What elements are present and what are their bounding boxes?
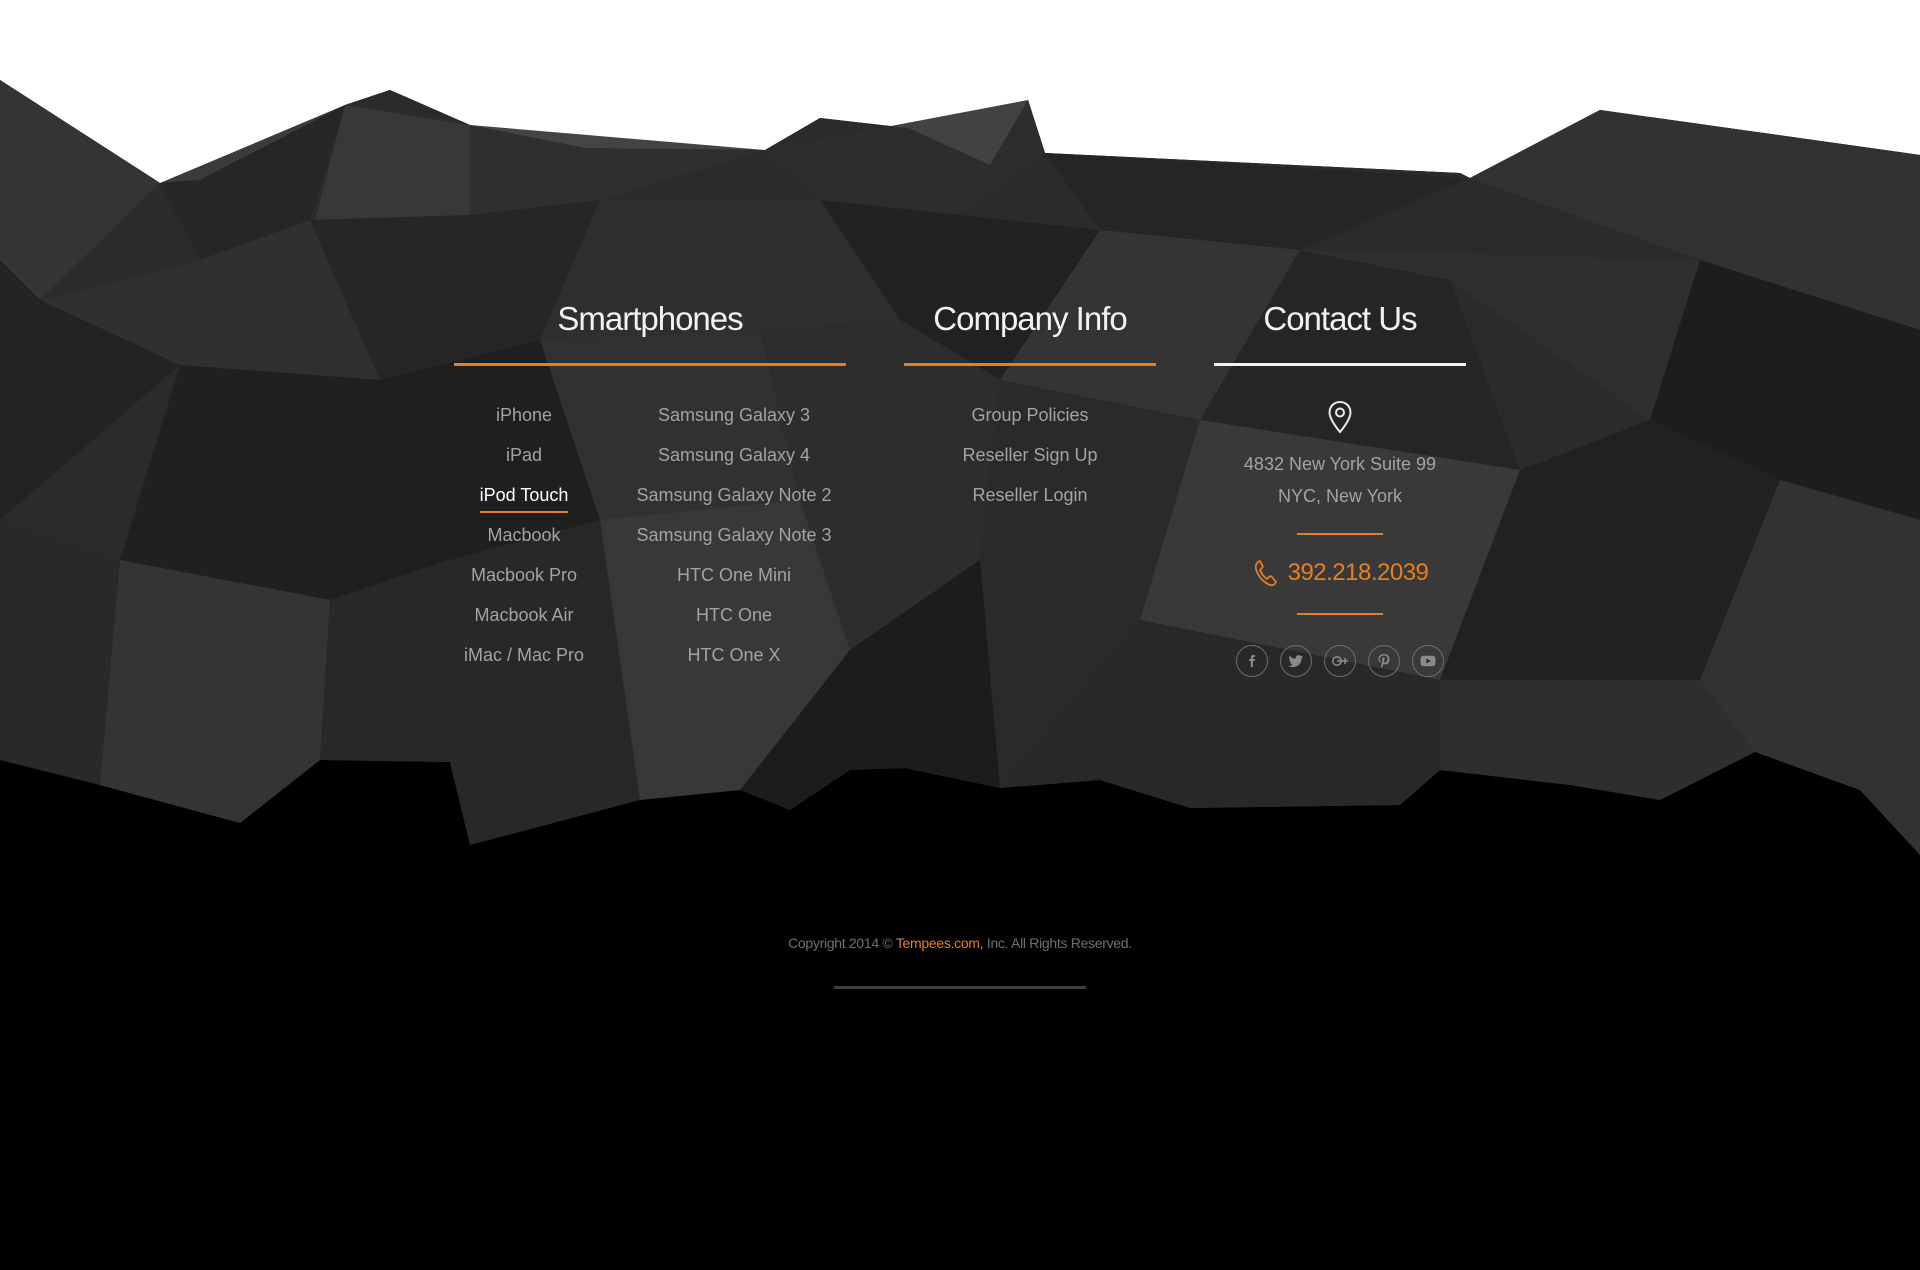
youtube-icon[interactable] <box>1412 645 1444 677</box>
link-htc-one-mini[interactable]: HTC One Mini <box>677 560 791 590</box>
facebook-icon[interactable] <box>1236 645 1268 677</box>
contact-us-heading-rule <box>1214 363 1466 366</box>
brand-link[interactable]: Tempees.com, <box>896 935 984 951</box>
smartphones-column-1: iPhone iPad iPod Touch Macbook Macbook P… <box>446 400 602 680</box>
company-info-heading-rule <box>904 363 1156 366</box>
address-line-2: NYC, New York <box>1277 486 1403 506</box>
social-links <box>1214 645 1466 677</box>
link-ipad[interactable]: iPad <box>506 440 542 470</box>
google-plus-icon[interactable] <box>1324 645 1356 677</box>
link-macbook-air[interactable]: Macbook Air <box>474 600 573 630</box>
company-links: Group Policies Reseller Sign Up Reseller… <box>904 400 1156 520</box>
address-line-1: 4832 New York Suite 99 <box>1243 454 1437 474</box>
copyright-prefix: Copyright 2014 © <box>788 935 896 951</box>
bottom-divider <box>834 986 1086 989</box>
link-group-policies[interactable]: Group Policies <box>971 400 1088 430</box>
site-footer: Smartphones iPhone iPad iPod Touch Macbo… <box>0 0 1920 1270</box>
copyright: Copyright 2014 © Tempees.com, Inc. All R… <box>0 935 1920 951</box>
link-imac-mac-pro[interactable]: iMac / Mac Pro <box>464 640 584 670</box>
twitter-icon[interactable] <box>1280 645 1312 677</box>
link-htc-one-x[interactable]: HTC One X <box>687 640 780 670</box>
smartphones-column-2: Samsung Galaxy 3 Samsung Galaxy 4 Samsun… <box>620 400 848 680</box>
link-macbook[interactable]: Macbook <box>487 520 560 550</box>
link-ipod-touch[interactable]: iPod Touch <box>479 480 568 513</box>
contact-divider-top <box>1297 533 1383 535</box>
phone-row: 392.218.2039 <box>1214 549 1466 597</box>
link-htc-one[interactable]: HTC One <box>696 600 772 630</box>
smartphones-heading: Smartphones <box>557 300 743 337</box>
copyright-suffix: Inc. All Rights Reserved. <box>983 935 1132 951</box>
link-samsung-galaxy-note-2[interactable]: Samsung Galaxy Note 2 <box>636 480 831 510</box>
link-samsung-galaxy-4[interactable]: Samsung Galaxy 4 <box>658 440 810 470</box>
phone-icon <box>1254 560 1277 587</box>
location-pin-icon <box>1328 400 1352 434</box>
contact-divider-bottom <box>1297 613 1383 615</box>
link-macbook-pro[interactable]: Macbook Pro <box>471 560 577 590</box>
link-samsung-galaxy-note-3[interactable]: Samsung Galaxy Note 3 <box>636 520 831 550</box>
link-samsung-galaxy-3[interactable]: Samsung Galaxy 3 <box>658 400 810 430</box>
pinterest-icon[interactable] <box>1368 645 1400 677</box>
phone-number[interactable]: 392.218.2039 <box>1288 559 1429 587</box>
link-reseller-sign-up[interactable]: Reseller Sign Up <box>962 440 1097 470</box>
smartphones-heading-rule <box>454 363 846 366</box>
link-reseller-login[interactable]: Reseller Login <box>972 480 1087 510</box>
contact-block: 4832 New York Suite 99 NYC, New York 392… <box>1214 400 1466 677</box>
contact-us-heading: Contact Us <box>1263 300 1417 337</box>
company-info-heading: Company Info <box>933 300 1127 337</box>
link-iphone[interactable]: iPhone <box>496 400 552 430</box>
contact-address: 4832 New York Suite 99 NYC, New York <box>1214 448 1466 512</box>
